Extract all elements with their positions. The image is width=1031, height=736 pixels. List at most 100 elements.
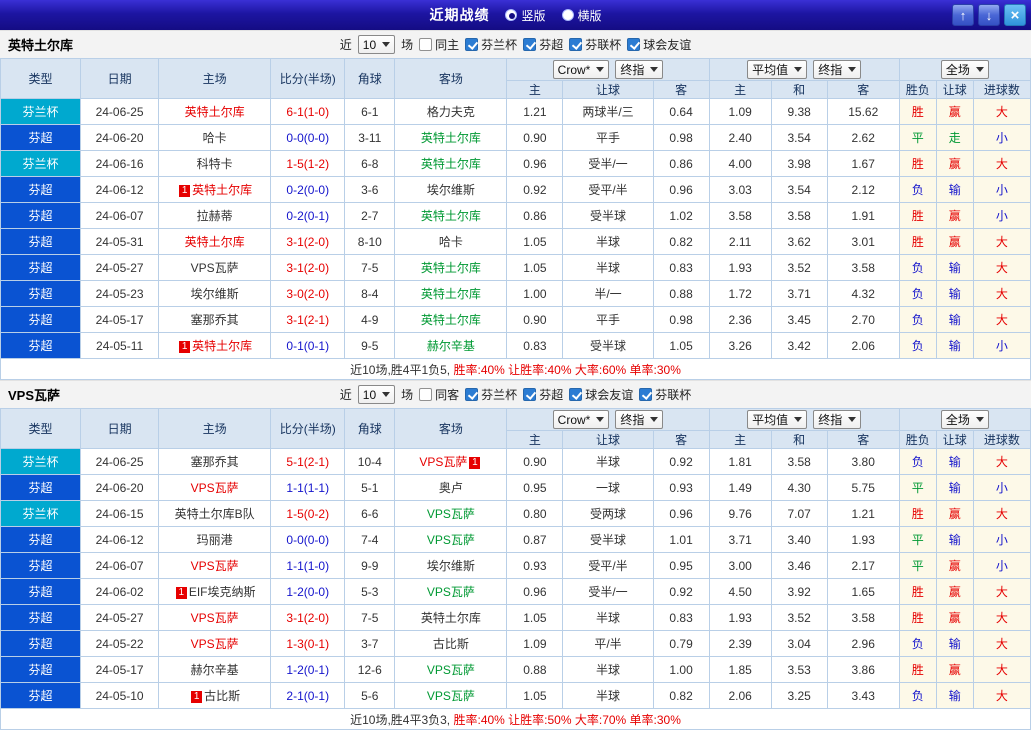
same-venue-checkbox[interactable]: 同主 [419, 36, 459, 53]
asia-stage-select[interactable]: 终指 [615, 60, 664, 79]
asia-bookmaker-select[interactable]: Crow* [552, 410, 610, 429]
home-team-link[interactable]: EIF埃克纳斯 [189, 585, 256, 599]
league-filter-checkbox[interactable]: 芬联杯 [639, 386, 691, 403]
score-link[interactable]: 0-2(0-1) [270, 202, 346, 229]
home-team-link[interactable]: 古比斯 [204, 689, 240, 703]
result-goals: 小 [972, 124, 1031, 151]
home-team-link[interactable]: 英特土尔库 [192, 339, 252, 353]
score-link[interactable]: 0-2(0-0) [270, 176, 346, 203]
league-filter-checkbox[interactable]: 球会友谊 [627, 36, 691, 53]
home-team-link[interactable]: 拉赫蒂 [197, 209, 233, 223]
away-team-link[interactable]: 格力夫克 [427, 105, 475, 119]
score-link[interactable]: 0-0(0-0) [270, 124, 346, 151]
score-link[interactable]: 5-1(2-1) [270, 448, 346, 475]
col-result-goals: 进球数 [972, 80, 1031, 99]
home-team-link[interactable]: 赫尔辛基 [191, 663, 239, 677]
away-team-link[interactable]: 哈卡 [439, 235, 463, 249]
away-team-link[interactable]: VPS瓦萨 [427, 585, 475, 599]
away-team-link[interactable]: 古比斯 [433, 637, 469, 651]
asia-handicap: 半/一 [562, 280, 654, 307]
away-team-link[interactable]: VPS瓦萨 [427, 689, 475, 703]
score-link[interactable]: 3-1(2-0) [270, 254, 346, 281]
league-filter-checkbox[interactable]: 芬超 [523, 36, 563, 53]
away-team-link[interactable]: 英特土尔库 [421, 261, 481, 275]
move-up-button[interactable]: ↑ [952, 4, 974, 26]
result-scope-select[interactable]: 全场 [940, 60, 989, 79]
euro-home-odds: 3.58 [708, 202, 772, 229]
away-team-link[interactable]: 埃尔维斯 [427, 183, 475, 197]
away-team-link[interactable]: 英特土尔库 [421, 611, 481, 625]
home-team-link[interactable]: VPS瓦萨 [191, 261, 239, 275]
score-link[interactable]: 1-2(0-0) [270, 578, 346, 605]
result-handicap: 赢 [935, 500, 974, 527]
score-link[interactable]: 1-5(0-2) [270, 500, 346, 527]
league-filter-checkbox[interactable]: 球会友谊 [569, 386, 633, 403]
home-team-link[interactable]: VPS瓦萨 [191, 559, 239, 573]
score-link[interactable]: 1-1(1-0) [270, 552, 346, 579]
match-row: 芬超 24-05-23 埃尔维斯 3-0(2-0) 8-4 英特土尔库 1.00 半/一 0.8… [0, 280, 1031, 307]
away-team-link[interactable]: VPS瓦萨 [427, 663, 475, 677]
home-team-link[interactable]: VPS瓦萨 [191, 637, 239, 651]
euro-home-odds: 3.03 [708, 176, 772, 203]
away-team-link[interactable]: 英特土尔库 [421, 157, 481, 171]
asia-stage-select[interactable]: 终指 [615, 410, 664, 429]
score-link[interactable]: 3-1(2-0) [270, 604, 346, 631]
score-link[interactable]: 6-1(1-0) [270, 98, 346, 125]
league-filter-checkbox[interactable]: 芬兰杯 [465, 36, 517, 53]
radio-unselected-icon [561, 9, 574, 21]
match-count-select[interactable]: 10 [357, 385, 396, 404]
score-link[interactable]: 1-3(0-1) [270, 630, 346, 657]
asia-bookmaker-select[interactable]: Crow* [552, 60, 610, 79]
home-team-link[interactable]: 英特土尔库 [185, 235, 245, 249]
score-link[interactable]: 2-1(0-1) [270, 682, 346, 709]
home-team-link[interactable]: 玛丽港 [197, 533, 233, 547]
away-team-link[interactable]: 英特土尔库 [421, 287, 481, 301]
result-scope-select[interactable]: 全场 [940, 410, 989, 429]
away-team-link[interactable]: 英特土尔库 [421, 131, 481, 145]
league-filter-checkbox[interactable]: 芬超 [523, 386, 563, 403]
home-team-link[interactable]: 塞那乔其 [191, 313, 239, 327]
home-team-link[interactable]: 科特卡 [197, 157, 233, 171]
score-link[interactable]: 1-2(0-1) [270, 656, 346, 683]
home-team-link[interactable]: VPS瓦萨 [191, 611, 239, 625]
score-link[interactable]: 1-5(1-2) [270, 150, 346, 177]
away-team-link[interactable]: VPS瓦萨 [419, 455, 467, 469]
away-team-link[interactable]: 奥卢 [439, 481, 463, 495]
league-type-cell: 芬兰杯 [0, 150, 82, 177]
euro-stage-select[interactable]: 终指 [813, 410, 862, 429]
move-down-button[interactable]: ↓ [978, 4, 1000, 26]
euro-average-select[interactable]: 平均值 [747, 60, 808, 79]
home-team-link[interactable]: 哈卡 [203, 131, 227, 145]
score-link[interactable]: 3-1(2-1) [270, 306, 346, 333]
close-button[interactable]: × [1004, 4, 1026, 26]
away-team-link[interactable]: 赫尔辛基 [427, 339, 475, 353]
away-team-link[interactable]: VPS瓦萨 [427, 533, 475, 547]
score-link[interactable]: 1-1(1-1) [270, 474, 346, 501]
score-link[interactable]: 3-0(2-0) [270, 280, 346, 307]
home-team-link[interactable]: VPS瓦萨 [191, 481, 239, 495]
match-date: 24-06-12 [80, 526, 160, 553]
away-team-link[interactable]: 英特土尔库 [421, 209, 481, 223]
euro-average-select[interactable]: 平均值 [747, 410, 808, 429]
home-team-cell: VPS瓦萨 [158, 254, 272, 281]
away-team-link[interactable]: 英特土尔库 [421, 313, 481, 327]
away-team-link[interactable]: VPS瓦萨 [427, 507, 475, 521]
home-team-link[interactable]: 英特土尔库B队 [175, 507, 255, 521]
result-goals: 大 [972, 98, 1031, 125]
layout-radio-vertical[interactable]: 竖版 [505, 7, 546, 24]
home-team-link[interactable]: 塞那乔其 [191, 455, 239, 469]
score-link[interactable]: 0-0(0-0) [270, 526, 346, 553]
score-link[interactable]: 0-1(0-1) [270, 332, 346, 359]
home-team-link[interactable]: 英特土尔库 [185, 105, 245, 119]
league-filter-checkbox[interactable]: 芬联杯 [569, 36, 621, 53]
asia-away-odds: 1.01 [652, 526, 710, 553]
home-team-link[interactable]: 埃尔维斯 [191, 287, 239, 301]
league-filter-checkbox[interactable]: 芬兰杯 [465, 386, 517, 403]
same-venue-checkbox[interactable]: 同客 [419, 386, 459, 403]
away-team-link[interactable]: 埃尔维斯 [427, 559, 475, 573]
layout-radio-horizontal[interactable]: 横版 [561, 7, 602, 24]
home-team-link[interactable]: 英特土尔库 [192, 183, 252, 197]
euro-stage-select[interactable]: 终指 [813, 60, 862, 79]
score-link[interactable]: 3-1(2-0) [270, 228, 346, 255]
match-count-select[interactable]: 10 [357, 35, 396, 54]
